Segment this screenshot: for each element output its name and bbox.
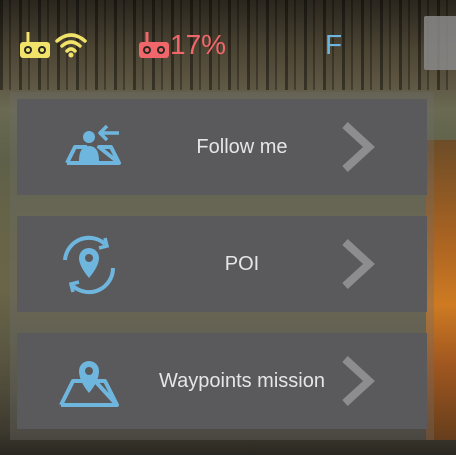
waypoints-map-icon	[59, 361, 119, 407]
poi-orbit-icon	[63, 235, 116, 295]
top-right-button[interactable]	[424, 16, 456, 70]
battery-percent: 17%	[170, 29, 227, 60]
status-bar: 17% F	[0, 0, 456, 90]
menu-item-follow-me[interactable]: Follow me	[17, 99, 427, 195]
menu-item-label: Follow me	[196, 136, 288, 158]
menu-item-label: Waypoints mission	[159, 370, 325, 392]
menu-item-label: POI	[224, 253, 260, 275]
aircraft-battery-icon[interactable]	[137, 30, 171, 60]
camera-view: 17% F Follow me POI Waypoints mission	[0, 0, 456, 455]
follow-me-icon	[65, 124, 121, 165]
chevron-right-icon	[342, 356, 375, 406]
remote-controller-icon[interactable]	[18, 30, 52, 60]
intelligent-flight-menu: Follow me POI Waypoints mission	[10, 92, 434, 440]
menu-item-waypoints-mission[interactable]: Waypoints mission	[17, 333, 427, 429]
menu-item-poi[interactable]: POI	[17, 216, 427, 312]
chevron-right-icon	[342, 239, 375, 289]
wifi-signal-icon[interactable]	[55, 32, 87, 58]
flight-mode: F	[325, 29, 343, 60]
chevron-right-icon	[342, 122, 375, 172]
